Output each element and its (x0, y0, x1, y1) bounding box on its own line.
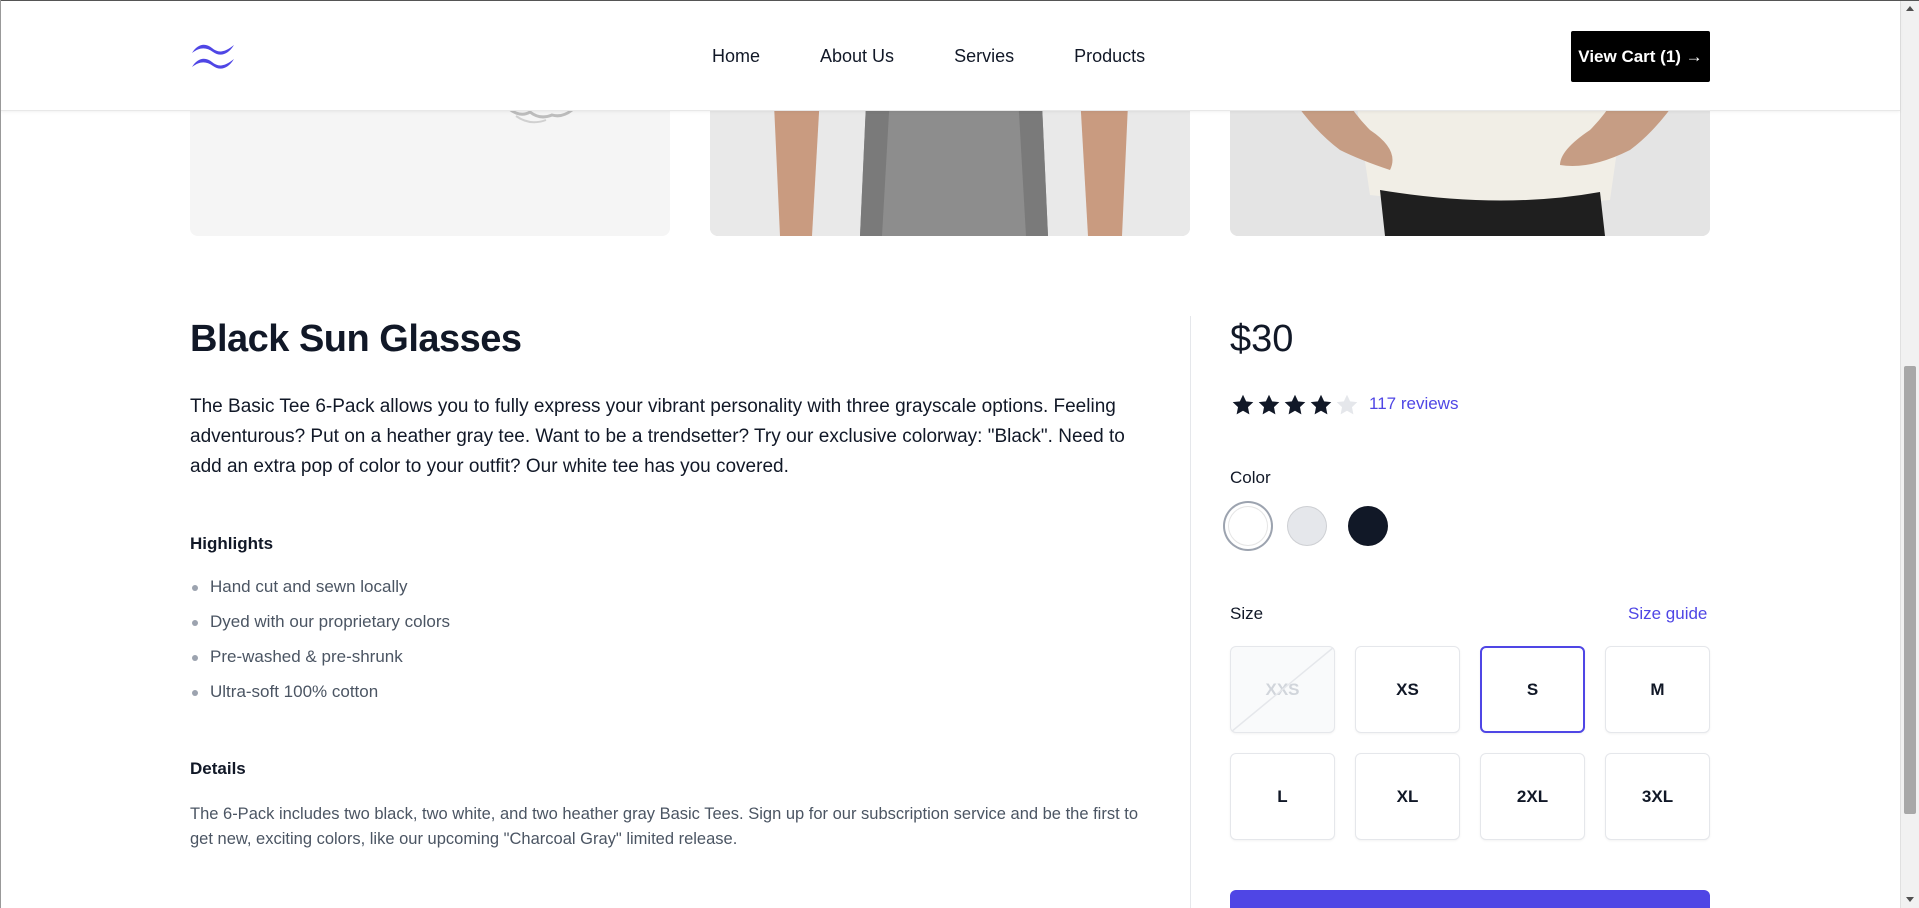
color-picker (1226, 506, 1409, 546)
size-option-s[interactable]: S (1480, 646, 1585, 733)
size-option-label: S (1526, 679, 1539, 699)
star-filled-icon (1256, 392, 1282, 418)
size-option-2xl[interactable]: 2XL (1480, 753, 1585, 840)
add-to-bag-button[interactable] (1230, 890, 1710, 908)
column-divider (1190, 316, 1191, 908)
details-heading: Details (190, 759, 246, 778)
scrollbar-thumb[interactable] (1904, 366, 1916, 814)
scroll-up-icon[interactable] (1906, 6, 1914, 11)
window-frame-left (0, 0, 1, 908)
size-guide-link[interactable]: Size guide (1628, 604, 1707, 624)
page-scrollbar[interactable] (1900, 0, 1919, 908)
size-option-label: 2XL (1516, 786, 1549, 806)
view-cart-button[interactable]: View Cart (1) → (1571, 31, 1710, 82)
window-frame (0, 0, 1919, 1)
size-option-label: L (1277, 786, 1288, 806)
highlight-item: Pre-washed & pre-shrunk (190, 645, 450, 680)
main-nav: Home About Us Servies Products (712, 1, 1145, 111)
color-swatch-gray[interactable] (1287, 506, 1327, 546)
details-text: The 6-Pack includes two black, two white… (190, 805, 1139, 848)
star-filled-icon (1308, 392, 1334, 418)
product-description: The Basic Tee 6-Pack allows you to fully… (190, 396, 1125, 477)
scroll-down-icon[interactable] (1906, 897, 1914, 902)
highlights-list: Hand cut and sewn locally Dyed with our … (190, 575, 450, 715)
product-title: Black Sun Glasses (190, 318, 522, 360)
nav-link-home[interactable]: Home (712, 46, 760, 67)
star-empty-icon (1334, 392, 1360, 418)
highlights-heading: Highlights (190, 534, 274, 553)
nav-link-products[interactable]: Products (1074, 46, 1145, 67)
color-label: Color (1230, 468, 1271, 487)
site-header: Home About Us Servies Products View Cart… (0, 1, 1900, 111)
color-swatch-white[interactable] (1228, 506, 1268, 546)
color-swatch-black[interactable] (1348, 506, 1388, 546)
star-filled-icon (1282, 392, 1308, 418)
logo-icon[interactable] (190, 39, 236, 73)
nav-link-about-us[interactable]: About Us (820, 46, 894, 67)
size-option-m[interactable]: M (1605, 646, 1710, 733)
nav-link-services[interactable]: Servies (954, 46, 1014, 67)
size-option-xxs: XXS (1230, 646, 1335, 733)
rating-stars (1230, 392, 1360, 418)
product-price: $30 (1230, 318, 1294, 360)
size-option-label: XL (1396, 786, 1419, 806)
unavailable-strike-icon (1231, 647, 1334, 732)
highlight-item: Hand cut and sewn locally (190, 575, 450, 610)
highlight-item: Dyed with our proprietary colors (190, 610, 450, 645)
size-option-label: 3XL (1641, 786, 1674, 806)
size-option-l[interactable]: L (1230, 753, 1335, 840)
size-option-xs[interactable]: XS (1355, 646, 1460, 733)
size-option-label: M (1650, 679, 1665, 699)
size-option-xl[interactable]: XL (1355, 753, 1460, 840)
size-picker: XXS XS S M L XL 2XL 3XL (1230, 646, 1710, 840)
size-option-3xl[interactable]: 3XL (1605, 753, 1710, 840)
highlight-item: Ultra-soft 100% cotton (190, 680, 450, 715)
size-option-label: XS (1396, 679, 1419, 699)
size-label: Size (1230, 604, 1264, 623)
star-filled-icon (1230, 392, 1256, 418)
reviews-link[interactable]: 117 reviews (1369, 394, 1458, 414)
